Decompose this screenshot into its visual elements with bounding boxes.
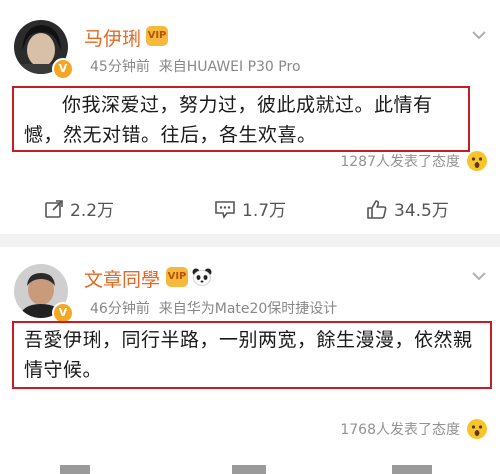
- vip-crown-icon: VIP: [146, 26, 168, 46]
- action-bar-cropped: [0, 465, 500, 474]
- post-meta: 45分钟前 来自HUAWEI P30 Pro: [90, 56, 301, 76]
- repost-button[interactable]: 2.2万: [44, 196, 114, 221]
- action-stub: [232, 465, 266, 474]
- name-badges: VIP: [146, 26, 168, 46]
- post-card: V 文章同學 VIP 46分钟前 来自华为Mate20保时捷设计 吾愛伊琍，同行…: [0, 247, 500, 474]
- weibo-feed: V 马伊琍 VIP 45分钟前 来自HUAWEI P30 Pro 你我深爱过，努…: [0, 0, 500, 474]
- author-name[interactable]: 文章同學: [84, 265, 160, 292]
- post-meta: 46分钟前 来自华为Mate20保时捷设计: [90, 298, 337, 318]
- reactions-count: 1287人发表了态度: [340, 154, 460, 170]
- repost-icon: [45, 199, 63, 218]
- panda-icon: [192, 268, 212, 286]
- author-name[interactable]: 马伊琍: [84, 24, 141, 51]
- surprised-face-icon: [467, 151, 487, 171]
- post-time: 46分钟前: [90, 301, 150, 317]
- like-count: 34.5万: [394, 201, 449, 221]
- post-actions: 2.2万 1.7万 34.5万: [0, 196, 500, 226]
- verified-v-icon: V: [52, 58, 74, 80]
- comment-button[interactable]: 1.7万: [214, 196, 286, 221]
- thumbs-up-icon: [367, 199, 387, 219]
- action-stub: [392, 465, 432, 474]
- comment-count: 1.7万: [242, 201, 287, 221]
- comment-icon: [215, 200, 235, 219]
- chevron-down-icon[interactable]: [472, 271, 486, 281]
- surprised-face-icon: [467, 419, 487, 439]
- vip-crown-icon: VIP: [166, 267, 188, 287]
- post-source[interactable]: 来自华为Mate20保时捷设计: [159, 301, 338, 317]
- post-content: 你我深爱过，努力过，彼此成就过。此情有憾，然无对错。往后，各生欢喜。: [12, 86, 470, 152]
- like-button[interactable]: 34.5万: [366, 196, 449, 221]
- action-stub: [60, 465, 90, 474]
- repost-count: 2.2万: [70, 201, 115, 221]
- post-card: V 马伊琍 VIP 45分钟前 来自HUAWEI P30 Pro 你我深爱过，努…: [0, 0, 500, 234]
- name-badges: VIP: [166, 267, 212, 287]
- reactions-summary[interactable]: 1768人发表了态度: [340, 418, 488, 440]
- reactions-summary[interactable]: 1287人发表了态度: [340, 150, 488, 172]
- post-time: 45分钟前: [90, 59, 150, 75]
- post-content: 吾愛伊琍，同行半路，一别两宽，餘生漫漫，依然親情守候。: [12, 321, 492, 389]
- reactions-count: 1768人发表了态度: [340, 422, 460, 438]
- post-source[interactable]: 来自HUAWEI P30 Pro: [159, 59, 301, 75]
- chevron-down-icon[interactable]: [472, 30, 486, 40]
